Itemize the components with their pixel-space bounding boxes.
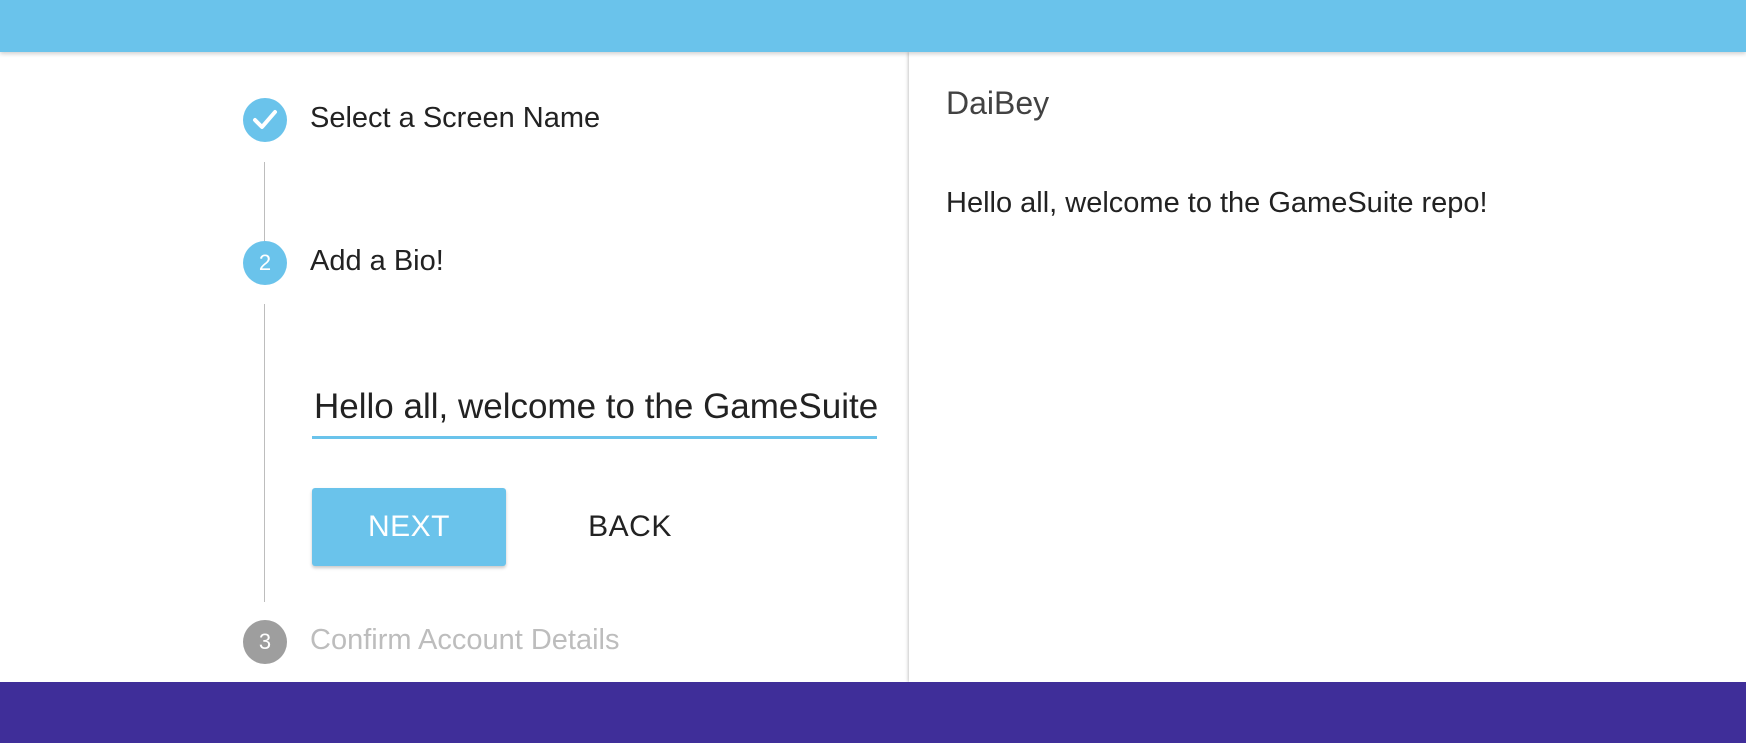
back-button[interactable]: BACK	[540, 488, 720, 566]
step-3-indicator: 3	[243, 620, 287, 664]
step-connector-2	[264, 304, 265, 602]
signup-stepper: Select a Screen Name 2 Add a Bio! NEXT B…	[0, 52, 909, 682]
step-3-label: Confirm Account Details	[310, 624, 620, 656]
preview-screen-name: DaiBey	[946, 85, 1050, 121]
bottom-footer-bar	[0, 682, 1746, 743]
preview-bio: Hello all, welcome to the GameSuite repo…	[946, 187, 1488, 219]
step-2-indicator: 2	[243, 241, 287, 285]
step-2-label: Add a Bio!	[310, 245, 444, 277]
profile-preview-card: DaiBey Hello all, welcome to the GameSui…	[909, 52, 1746, 682]
top-app-bar	[0, 0, 1746, 52]
step-1-completed-indicator	[243, 98, 287, 142]
next-button[interactable]: NEXT	[312, 488, 506, 566]
step-1-label[interactable]: Select a Screen Name	[310, 102, 600, 135]
bio-input[interactable]	[312, 377, 877, 439]
check-icon	[253, 110, 277, 129]
